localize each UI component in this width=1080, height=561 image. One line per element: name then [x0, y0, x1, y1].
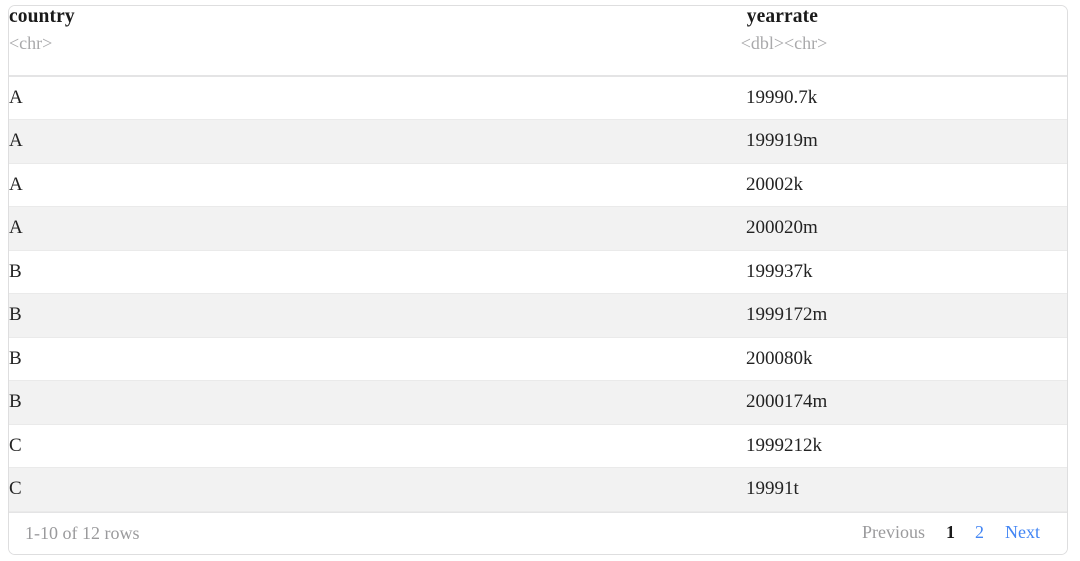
table-cell-rate: 212k — [784, 434, 822, 456]
table-cell-year: 1999 — [704, 293, 784, 338]
column-header-rate-name: rate — [784, 6, 818, 27]
table-cell-country: B — [9, 347, 22, 369]
table-cell-rate: 20m — [784, 206, 1067, 251]
table-cell-rate: 80k — [784, 347, 813, 369]
pagination-controls: Previous 1 2 Next — [851, 519, 1051, 547]
pagination-page-1-button[interactable]: 1 — [936, 519, 965, 547]
table-cell-year: 2000 — [746, 347, 784, 369]
table-row: B 2000 174m — [9, 380, 1067, 425]
table-cell-country: B — [9, 260, 22, 282]
table-cell-country: A — [9, 206, 704, 251]
pagination-bar: 1-10 of 12 rows Previous 1 2 Next — [9, 511, 1067, 554]
data-table: country <chr> year <dbl> rate <chr> A 199… — [9, 6, 1067, 512]
table-row: C 1999 1t — [9, 467, 1067, 512]
table-cell-rate: 0.7k — [784, 87, 818, 108]
table-cell-year: 2000 — [704, 206, 784, 251]
table-row: B 2000 80k — [9, 337, 1067, 381]
table-cell-rate: 1t — [784, 467, 1067, 512]
column-header-year-name: year — [746, 6, 784, 27]
table-row: A 1999 0.7k — [9, 76, 1067, 120]
table-cell-year: 1999 — [746, 434, 784, 456]
table-cell-rate: 2k — [784, 173, 803, 195]
table-row: A 2000 2k — [9, 163, 1067, 207]
table-cell-rate: 174m — [784, 380, 1067, 425]
table-cell-year: 2000 — [746, 173, 784, 195]
table-row: C 1999 212k — [9, 424, 1067, 468]
pagination-next-button[interactable]: Next — [994, 519, 1051, 547]
page-root: country <chr> year <dbl> rate <chr> A 199… — [0, 0, 1080, 561]
table-cell-year: 1999 — [746, 87, 784, 108]
table-cell-country: C — [9, 434, 22, 456]
table-body: A 1999 0.7k A 1999 19m A 2000 2k A 2000 20m B 1999 37k… — [9, 76, 1067, 512]
column-header-year[interactable]: year <dbl> — [704, 6, 784, 77]
table-cell-year: 1999 — [704, 467, 784, 512]
table-row: A 1999 19m — [9, 119, 1067, 164]
table-row: B 1999 172m — [9, 293, 1067, 338]
table-cell-country: C — [9, 467, 704, 512]
table-cell-country: B — [9, 293, 704, 338]
table-cell-country: B — [9, 380, 704, 425]
pagination-previous-button[interactable]: Previous — [851, 519, 936, 547]
column-header-rate[interactable]: rate <chr> — [784, 6, 1067, 77]
table-cell-country: A — [9, 119, 704, 164]
table-row: A 2000 20m — [9, 206, 1067, 251]
table-cell-country: A — [9, 87, 23, 108]
table-cell-rate: 19m — [784, 119, 1067, 164]
table-cell-year: 1999 — [704, 119, 784, 164]
table-header-row: country <chr> year <dbl> rate <chr> — [9, 6, 1067, 77]
pagination-page-2-button[interactable]: 2 — [965, 519, 994, 547]
column-header-rate-type: <chr> — [784, 32, 828, 53]
table-cell-rate: 172m — [784, 293, 1067, 338]
table-cell-year: 1999 — [746, 260, 784, 282]
column-header-country-name: country — [9, 6, 75, 27]
table-header: country <chr> year <dbl> rate <chr> — [9, 6, 1067, 77]
column-header-country[interactable]: country <chr> — [9, 6, 704, 77]
pagination-row-info: 1-10 of 12 rows — [25, 522, 140, 543]
table-cell-country: A — [9, 173, 23, 195]
table-cell-rate: 37k — [784, 260, 813, 282]
column-header-country-type: <chr> — [9, 32, 53, 53]
column-header-year-type: <dbl> — [740, 32, 784, 53]
table-row: B 1999 37k — [9, 250, 1067, 294]
table-cell-year: 2000 — [704, 380, 784, 425]
data-table-card: country <chr> year <dbl> rate <chr> A 199… — [8, 5, 1068, 555]
